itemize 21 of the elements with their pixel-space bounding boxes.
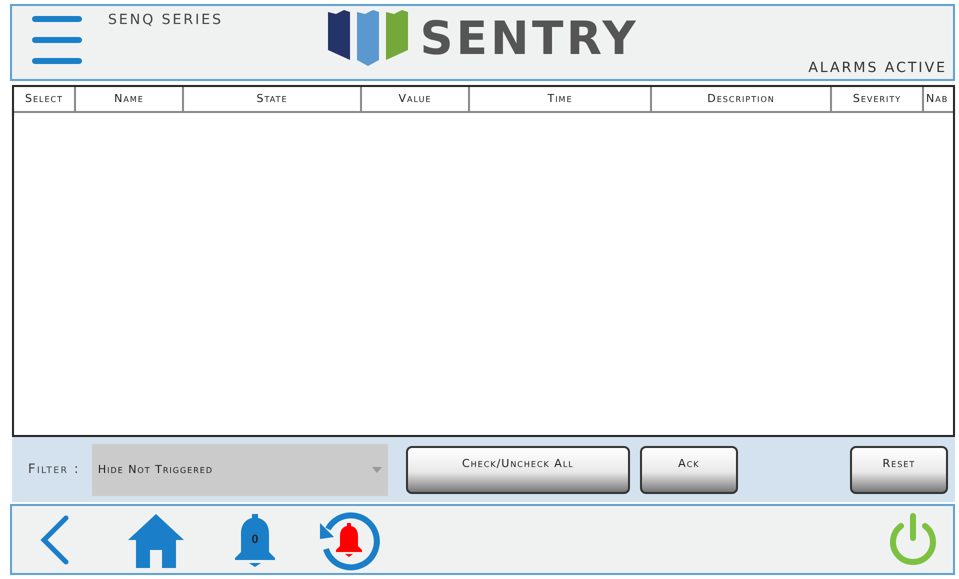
home-button[interactable] (126, 512, 186, 568)
logo-wordmark: SENTRY (420, 11, 639, 65)
power-button[interactable] (887, 512, 939, 568)
action-button[interactable]: Ack (640, 446, 738, 494)
action-button[interactable]: Check/Uncheck All (406, 446, 630, 494)
column-header: State (184, 86, 362, 111)
action-button[interactable]: Reset (850, 446, 948, 494)
filter-dropdown[interactable]: Hide Not Triggered (92, 444, 388, 496)
column-header: Value (362, 86, 470, 111)
back-button[interactable] (38, 514, 70, 566)
column-header: Severity (832, 86, 924, 111)
series-label: SENQ SERIES (108, 12, 224, 30)
column-header: Time (470, 86, 652, 111)
column-header: Select (14, 86, 76, 111)
alarm-status: ALARMS ACTIVE (808, 60, 947, 76)
alarm-count: 0 (250, 532, 260, 546)
column-header: Name (76, 86, 184, 111)
filter-label: Filter : (28, 462, 80, 478)
column-header: Nab (925, 91, 950, 108)
column-header: Description (652, 86, 832, 111)
dropdown-arrow-icon (372, 466, 382, 473)
